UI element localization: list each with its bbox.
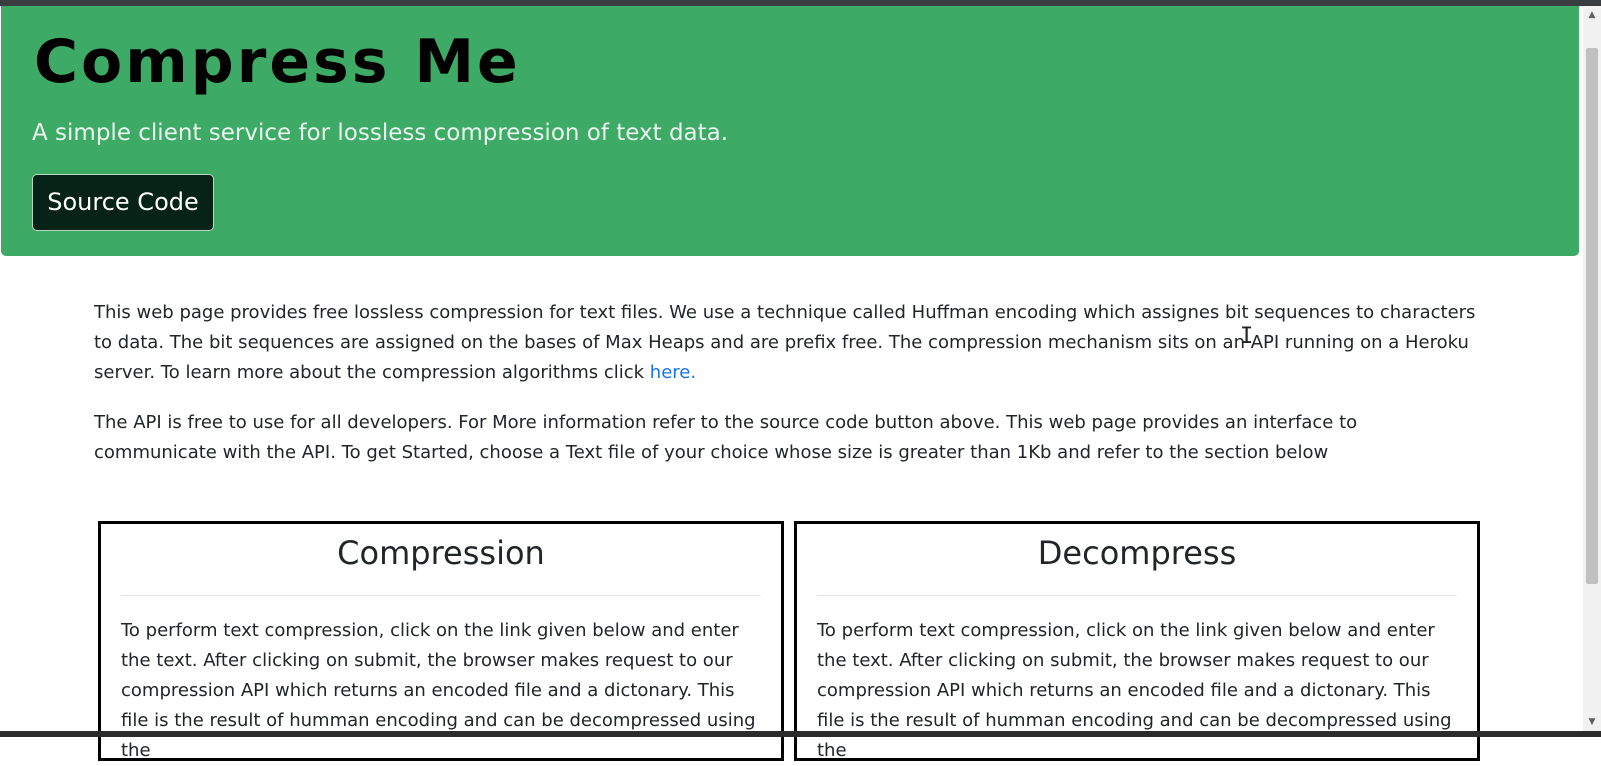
page-subtitle: A simple client service for lossless com…: [32, 120, 729, 146]
vertical-scrollbar[interactable]: ▲ ▼: [1583, 6, 1601, 731]
intro-paragraph-2: The API is free to use for all developer…: [94, 412, 1358, 463]
page-title: Compress Me: [34, 27, 521, 97]
scroll-up-arrow-icon[interactable]: ▲: [1583, 6, 1601, 24]
intro-section: This web page provides free lossless com…: [94, 298, 1484, 488]
compression-card: Compression To perform text compression,…: [98, 521, 784, 761]
algorithms-link[interactable]: here.: [650, 362, 696, 383]
intro-paragraph-1-text: This web page provides free lossless com…: [94, 302, 1476, 383]
decompress-card: Decompress To perform text compression, …: [794, 521, 1480, 761]
compression-card-text: To perform text compression, click on th…: [121, 620, 756, 761]
compression-card-title: Compression: [337, 534, 545, 572]
taskbar-edge: [0, 731, 1601, 737]
text-cursor-icon: I: [1240, 324, 1254, 349]
scroll-down-arrow-icon[interactable]: ▼: [1583, 713, 1601, 731]
source-code-button[interactable]: Source Code: [32, 174, 214, 231]
decompress-card-text: To perform text compression, click on th…: [817, 620, 1452, 761]
scrollbar-thumb[interactable]: [1586, 48, 1598, 584]
decompress-card-divider: [817, 595, 1457, 596]
compression-card-divider: [121, 595, 761, 596]
hero-banner: Compress Me A simple client service for …: [1, 6, 1579, 256]
intro-paragraph-1: This web page provides free lossless com…: [94, 298, 1484, 388]
decompress-card-title: Decompress: [1037, 534, 1237, 572]
